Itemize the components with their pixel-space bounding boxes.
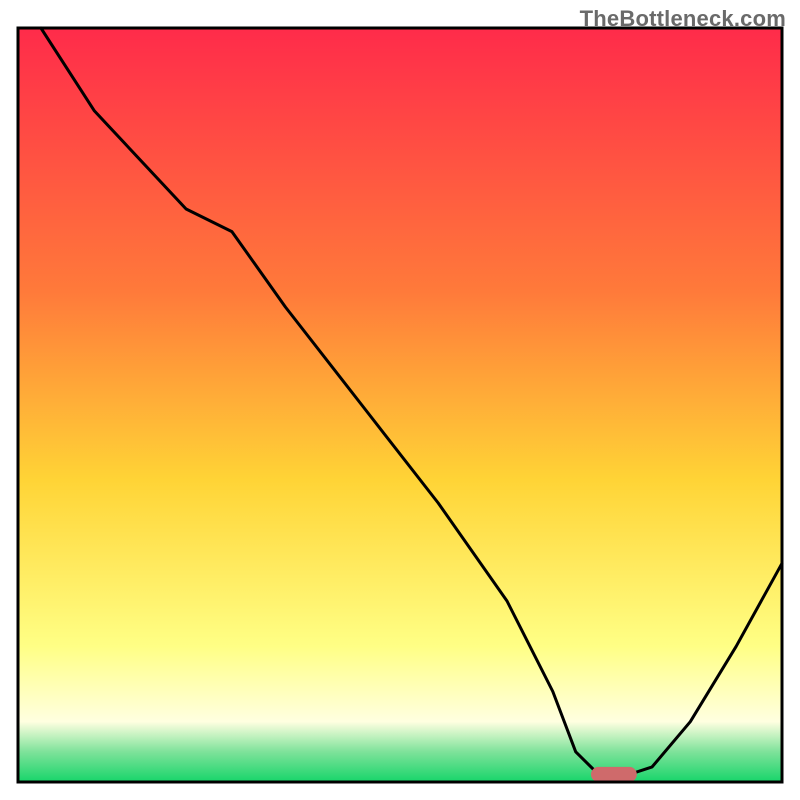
optimal-marker xyxy=(591,767,637,782)
gradient-background xyxy=(18,28,782,782)
chart-stage: TheBottleneck.com xyxy=(0,0,800,800)
bottleneck-chart xyxy=(0,0,800,800)
